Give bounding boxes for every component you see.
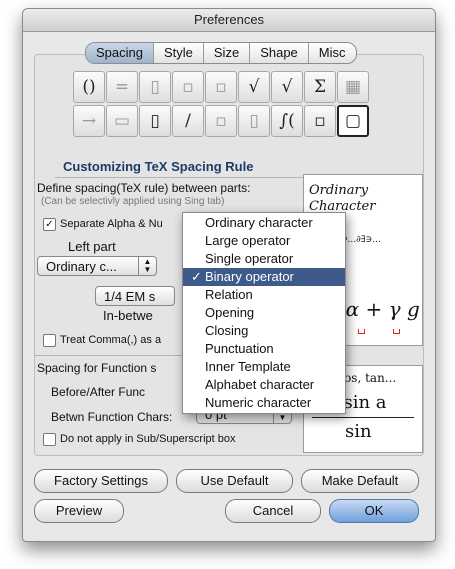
superscript-template-button[interactable]: ▫ bbox=[205, 71, 237, 103]
inner-box-template-button[interactable]: ▢ bbox=[337, 105, 369, 137]
updown-arrows-icon: ▲▼ bbox=[138, 257, 156, 275]
define-spacing-note: (Can be selectivly applied using Sing ta… bbox=[41, 196, 225, 207]
make-default-button[interactable]: Make Default bbox=[301, 469, 419, 493]
menu-item-relation[interactable]: Relation bbox=[183, 286, 345, 304]
spacing-amount-popup[interactable]: 1/4 EM s bbox=[95, 286, 175, 306]
part-type-menu: Ordinary character Large operator Single… bbox=[182, 212, 346, 414]
nth-root-template-button[interactable]: √ bbox=[238, 71, 270, 103]
factory-settings-button[interactable]: Factory Settings bbox=[34, 469, 168, 493]
ok-button[interactable]: OK bbox=[329, 499, 419, 523]
menu-item-large-operator[interactable]: Large operator bbox=[183, 232, 345, 250]
section-heading: Customizing TeX Spacing Rule bbox=[63, 159, 254, 174]
menu-item-closing[interactable]: Closing bbox=[183, 322, 345, 340]
between-function-chars-label: Betwn Function Chars: bbox=[51, 410, 173, 424]
summation-template-button[interactable]: Σ bbox=[304, 71, 336, 103]
menu-item-alphabet-character[interactable]: Alphabet character bbox=[183, 376, 345, 394]
treat-comma-label: Treat Comma(,) as a bbox=[60, 334, 162, 346]
menu-item-punctuation[interactable]: Punctuation bbox=[183, 340, 345, 358]
integral-template-button[interactable]: ∫( bbox=[271, 105, 303, 137]
left-part-value: Ordinary c... bbox=[46, 259, 117, 274]
overbar-template-button[interactable]: ▭ bbox=[106, 105, 138, 137]
define-spacing-label: Define spacing(TeX rule) between parts: bbox=[37, 181, 251, 195]
no-apply-subscript-checkbox[interactable] bbox=[43, 433, 56, 446]
tab-size[interactable]: Size bbox=[204, 43, 251, 63]
in-between-label: In-betwe bbox=[103, 308, 153, 323]
menu-item-inner-template[interactable]: Inner Template bbox=[183, 358, 345, 376]
left-part-label: Left part bbox=[68, 239, 116, 254]
treat-comma-checkbox[interactable] bbox=[43, 334, 56, 347]
preview-button[interactable]: Preview bbox=[34, 499, 124, 523]
space-marker-icon bbox=[392, 329, 400, 334]
menu-item-numeric-character[interactable]: Numeric character bbox=[183, 394, 345, 412]
formula-right: g bbox=[406, 297, 420, 321]
separate-alpha-checkbox[interactable]: ✓ bbox=[43, 218, 56, 231]
spacing-amount-value: 1/4 EM s bbox=[104, 289, 156, 304]
menu-item-binary-operator[interactable]: ✓ Binary operator bbox=[183, 268, 345, 286]
fraction-template-button[interactable]: = bbox=[106, 71, 138, 103]
tab-misc[interactable]: Misc bbox=[309, 43, 356, 63]
cancel-button[interactable]: Cancel bbox=[225, 499, 321, 523]
use-default-button[interactable]: Use Default bbox=[176, 469, 293, 493]
tab-style[interactable]: Style bbox=[154, 43, 204, 63]
parentheses-template-button[interactable]: () bbox=[73, 71, 105, 103]
preferences-window: Preferences Spacing Style Size Shape Mis… bbox=[22, 8, 436, 542]
menu-item-single-operator[interactable]: Single operator bbox=[183, 250, 345, 268]
before-after-function-label: Before/After Func bbox=[51, 385, 146, 399]
dotted-box-template-button[interactable]: ▫ bbox=[304, 105, 336, 137]
left-part-popup[interactable]: Ordinary c... ▲ ▼ bbox=[37, 256, 157, 276]
function-spacing-label: Spacing for Function s bbox=[37, 361, 157, 375]
no-apply-subscript-label: Do not apply in Sub/Superscript box bbox=[60, 433, 236, 445]
menu-item-ordinary-character[interactable]: Ordinary character bbox=[183, 214, 345, 232]
boxed-template-button[interactable]: ▯ bbox=[139, 105, 171, 137]
square-root-template-button[interactable]: √ bbox=[271, 71, 303, 103]
space-marker-icon bbox=[358, 329, 366, 334]
accent-template-button[interactable]: ▫ bbox=[205, 105, 237, 137]
menu-item-opening[interactable]: Opening bbox=[183, 304, 345, 322]
blank-template-button[interactable]: ▯ bbox=[238, 105, 270, 137]
box-template-button[interactable]: ▯ bbox=[139, 71, 171, 103]
function-denominator: sin bbox=[345, 421, 372, 442]
tab-shape[interactable]: Shape bbox=[250, 43, 309, 63]
separate-alpha-label: Separate Alpha & Nu bbox=[60, 218, 163, 230]
tab-bar: Spacing Style Size Shape Misc bbox=[85, 42, 357, 64]
fraction-line bbox=[312, 417, 414, 418]
matrix-template-button[interactable]: ▦ bbox=[337, 71, 369, 103]
window-title: Preferences bbox=[23, 9, 435, 32]
preview-title: Ordinary Character bbox=[309, 183, 376, 214]
checkmark-icon: ✓ bbox=[191, 269, 202, 284]
tab-spacing[interactable]: Spacing bbox=[86, 43, 154, 63]
slash-template-button[interactable]: / bbox=[172, 105, 204, 137]
arrow-template-button[interactable]: → bbox=[73, 105, 105, 137]
menu-item-label: Binary operator bbox=[205, 269, 294, 284]
subscript-template-button[interactable]: ▫ bbox=[172, 71, 204, 103]
